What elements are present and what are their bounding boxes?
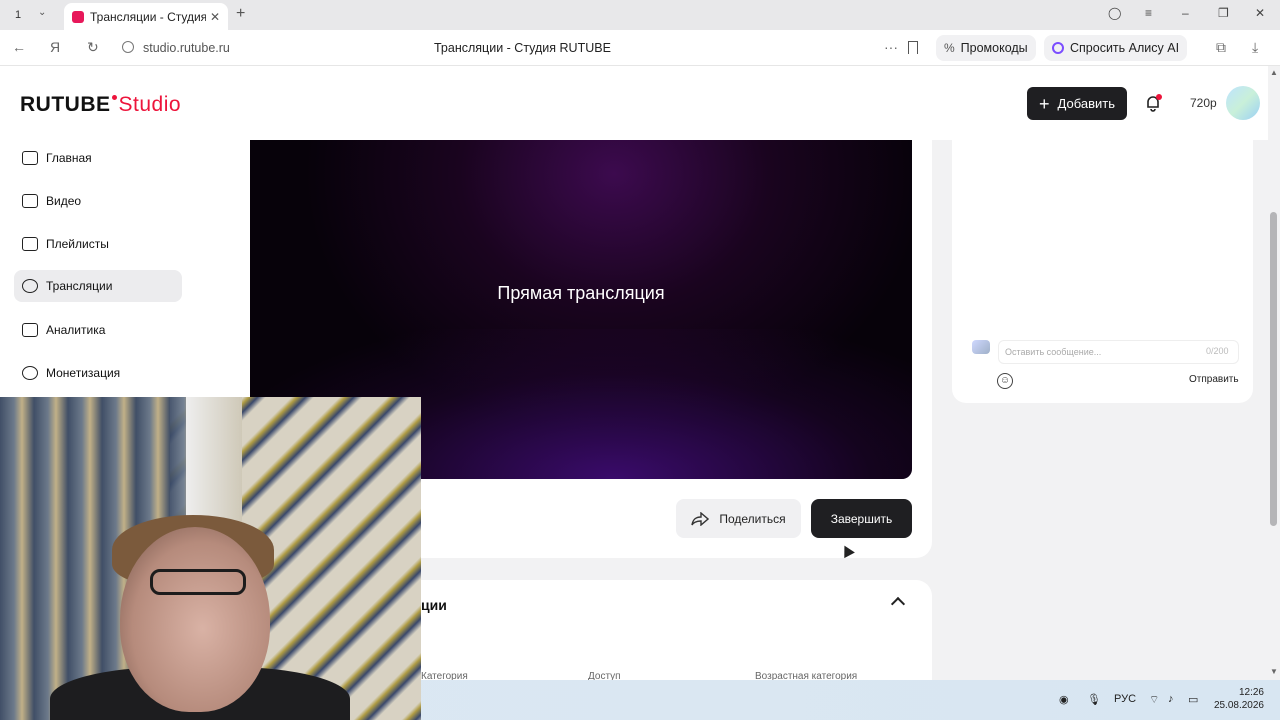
site-info-icon[interactable] bbox=[122, 41, 134, 53]
reload-icon[interactable]: ↻ bbox=[87, 39, 99, 56]
percent-icon: % bbox=[944, 41, 955, 55]
page-title: Трансляции - Студия RUTUBE bbox=[434, 41, 611, 55]
chat-placeholder: Оставить сообщение... bbox=[1005, 347, 1102, 357]
sidebar-item-label: Плейлисты bbox=[46, 237, 109, 251]
yandex-icon[interactable]: Я bbox=[50, 39, 60, 55]
url-text[interactable]: studio.rutube.ru bbox=[143, 41, 230, 55]
restore-icon[interactable]: ❐ bbox=[1218, 6, 1229, 20]
logo-dot-icon bbox=[111, 95, 117, 100]
address-bar: ← Я ↻ studio.rutube.ru Трансляции - Студ… bbox=[0, 30, 1280, 66]
quality-label: 720p bbox=[1190, 96, 1217, 110]
sidebar-item-streams[interactable]: Трансляции bbox=[14, 270, 182, 302]
alice-label: Спросить Алису AI bbox=[1070, 41, 1180, 55]
logo-studio: Studio bbox=[118, 93, 182, 116]
player-title: Прямая трансляция bbox=[497, 283, 665, 303]
webcam-person-glasses bbox=[150, 569, 246, 595]
chat-user-avatar bbox=[972, 340, 990, 354]
section-title: ции bbox=[421, 597, 447, 613]
finish-stream-button[interactable]: Завершить bbox=[811, 499, 912, 538]
sidebar-item-monetization[interactable]: Монетизация bbox=[14, 357, 182, 389]
tabs-dropdown-icon[interactable]: ⌄ bbox=[38, 7, 46, 18]
sidebar-item-label: Монетизация bbox=[46, 366, 121, 380]
sidebar-item-label: Главная bbox=[46, 151, 92, 165]
taskbar-clock[interactable]: 12:26 25.08.2026 bbox=[1210, 686, 1264, 712]
sidebar-item-home[interactable]: Главная bbox=[14, 142, 182, 174]
language-indicator[interactable]: РУС bbox=[1114, 693, 1136, 705]
webcam-overlay bbox=[0, 397, 421, 720]
new-tab-icon[interactable]: + bbox=[236, 5, 245, 23]
extensions-icon[interactable]: ⧉ bbox=[1216, 39, 1226, 56]
add-button[interactable]: + Добавить bbox=[1027, 87, 1127, 120]
bookmark-icon[interactable] bbox=[908, 41, 918, 54]
emoji-icon[interactable]: ☺ bbox=[997, 373, 1013, 389]
studio-header: RUTUBE Studio + Добавить 720p bbox=[0, 66, 1280, 140]
chrome-tray-icon[interactable]: ◉ bbox=[1059, 693, 1069, 706]
close-tab-icon[interactable]: ✕ bbox=[210, 10, 220, 24]
microphone-icon[interactable]: 🎙 bbox=[1087, 693, 1101, 706]
back-icon[interactable]: ← bbox=[12, 39, 26, 55]
playlist-icon bbox=[22, 237, 38, 251]
tab-studio[interactable]: Трансляции - Студия R ✕ bbox=[64, 3, 228, 30]
tab-count-badge[interactable]: 1 bbox=[9, 6, 27, 24]
ruble-icon bbox=[22, 366, 38, 380]
browser-tab-bar: 1 ⌄ Трансляции - Студия R ✕ + ◯ ≡ – ❐ ✕ bbox=[0, 0, 1280, 30]
home-icon bbox=[22, 151, 38, 165]
profile-icon[interactable]: ◯ bbox=[1108, 6, 1121, 20]
sidebar-item-label: Трансляции bbox=[46, 279, 113, 293]
sidebar-item-analytics[interactable]: Аналитика bbox=[14, 314, 182, 346]
sidebar-item-label: Видео bbox=[46, 194, 82, 208]
rutube-studio-logo[interactable]: RUTUBE Studio bbox=[20, 93, 181, 117]
scrollbar-thumb[interactable] bbox=[1270, 212, 1277, 526]
share-label: Поделиться bbox=[719, 511, 786, 526]
webcam-person-face bbox=[120, 527, 270, 712]
share-button[interactable]: Поделиться bbox=[676, 499, 801, 538]
minimize-icon[interactable]: – bbox=[1182, 6, 1189, 20]
scroll-down-icon[interactable]: ▼ bbox=[1270, 667, 1278, 676]
analytics-icon bbox=[22, 323, 38, 337]
rutube-favicon-icon bbox=[72, 10, 84, 23]
clock-time: 12:26 bbox=[1238, 687, 1264, 698]
volume-icon[interactable]: ♪ bbox=[1168, 693, 1174, 705]
sidebar-item-label: Аналитика bbox=[46, 323, 106, 337]
promo-button[interactable]: % Промокоды bbox=[936, 35, 1036, 61]
scroll-up-icon[interactable]: ▲ bbox=[1270, 68, 1278, 77]
send-button[interactable]: Отправить bbox=[1189, 374, 1239, 385]
tab-title: Трансляции - Студия R bbox=[90, 9, 206, 24]
battery-icon[interactable]: ▭ bbox=[1188, 693, 1198, 706]
clock-date: 25.08.2026 bbox=[1213, 700, 1264, 711]
chat-char-counter: 0/200 bbox=[1206, 346, 1229, 356]
close-window-icon[interactable]: ✕ bbox=[1255, 6, 1265, 20]
sidebar-item-playlists[interactable]: Плейлисты bbox=[14, 228, 182, 260]
promo-label: Промокоды bbox=[960, 41, 1028, 55]
avatar[interactable] bbox=[1226, 86, 1260, 120]
wifi-icon[interactable]: ⌔ bbox=[1149, 693, 1159, 707]
logo-main: RUTUBE bbox=[20, 93, 111, 116]
alice-button[interactable]: Спросить Алису AI bbox=[1044, 35, 1188, 61]
notification-dot bbox=[1156, 94, 1162, 100]
menu-icon[interactable]: ≡ bbox=[1145, 6, 1152, 20]
alice-icon bbox=[1052, 42, 1064, 54]
plus-icon: + bbox=[1039, 93, 1050, 114]
sidebar-item-video[interactable]: Видео bbox=[14, 185, 182, 217]
share-icon bbox=[691, 511, 710, 526]
notifications-bell-icon[interactable] bbox=[1144, 94, 1162, 112]
download-icon[interactable]: ⤓ bbox=[1252, 39, 1258, 56]
add-label: Добавить bbox=[1057, 96, 1115, 111]
more-icon[interactable]: ··· bbox=[884, 39, 898, 55]
broadcast-icon bbox=[22, 279, 38, 293]
video-icon bbox=[22, 194, 38, 208]
